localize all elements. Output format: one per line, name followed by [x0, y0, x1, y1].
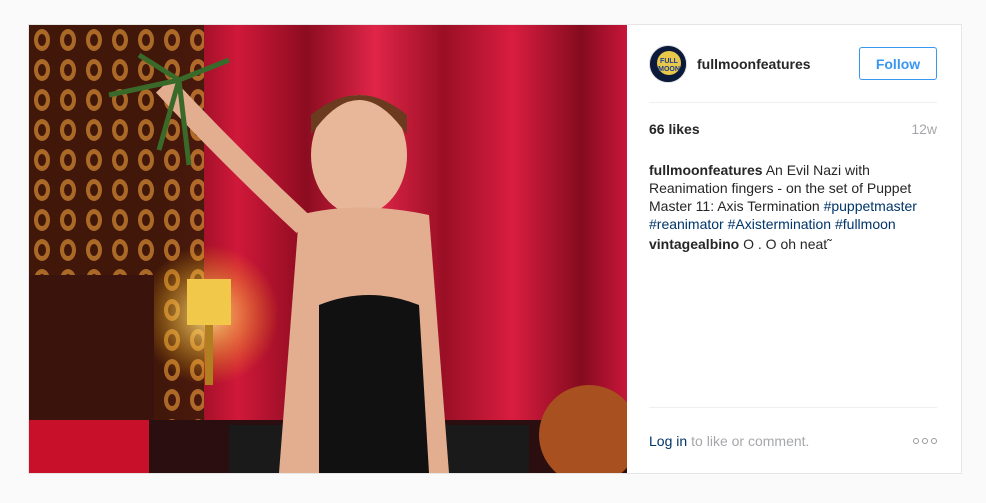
more-options-icon[interactable]	[913, 437, 937, 444]
login-link[interactable]: Log in	[649, 433, 687, 449]
post-timestamp[interactable]: 12w	[911, 121, 937, 137]
hashtag-link[interactable]: #puppetmaster	[824, 198, 917, 214]
svg-text:MOON: MOON	[658, 66, 680, 73]
follow-button[interactable]: Follow	[859, 47, 937, 80]
comment-item: fullmoonfeatures An Evil Nazi with Reani…	[649, 161, 939, 233]
comment-list: fullmoonfeatures An Evil Nazi with Reani…	[649, 161, 939, 255]
dot-icon	[913, 437, 919, 444]
author-username[interactable]: fullmoonfeatures	[697, 56, 811, 72]
dot-icon	[931, 437, 937, 444]
comment-text: O . O oh neat˜	[743, 236, 832, 252]
login-prompt: to like or comment.	[691, 432, 810, 449]
post-header: FULL MOON fullmoonfeatures Follow	[649, 25, 937, 103]
post-footer: Log in to like or comment.	[649, 407, 937, 473]
dot-icon	[922, 437, 928, 444]
post-card: FULL MOON fullmoonfeatures Follow 66 lik…	[28, 24, 962, 474]
comment-username[interactable]: vintagealbino	[649, 236, 739, 252]
post-meta: 66 likes 12w	[649, 121, 937, 137]
hashtag-link[interactable]: #fullmoon	[835, 216, 896, 232]
post-photo[interactable]	[29, 25, 627, 473]
hashtag-link[interactable]: #reanimator	[649, 216, 724, 232]
post-photo-image	[29, 25, 627, 473]
svg-text:FULL: FULL	[660, 58, 679, 65]
comment-username[interactable]: fullmoonfeatures	[649, 162, 763, 178]
comment-item: vintagealbino O . O oh neat˜	[649, 235, 939, 253]
avatar[interactable]: FULL MOON	[649, 44, 687, 83]
post-sidebar: FULL MOON fullmoonfeatures Follow 66 lik…	[627, 25, 961, 473]
like-count[interactable]: 66 likes	[649, 121, 700, 137]
full-moon-logo-icon: FULL MOON	[650, 45, 686, 82]
hashtag-link[interactable]: #Axistermination	[728, 216, 832, 232]
